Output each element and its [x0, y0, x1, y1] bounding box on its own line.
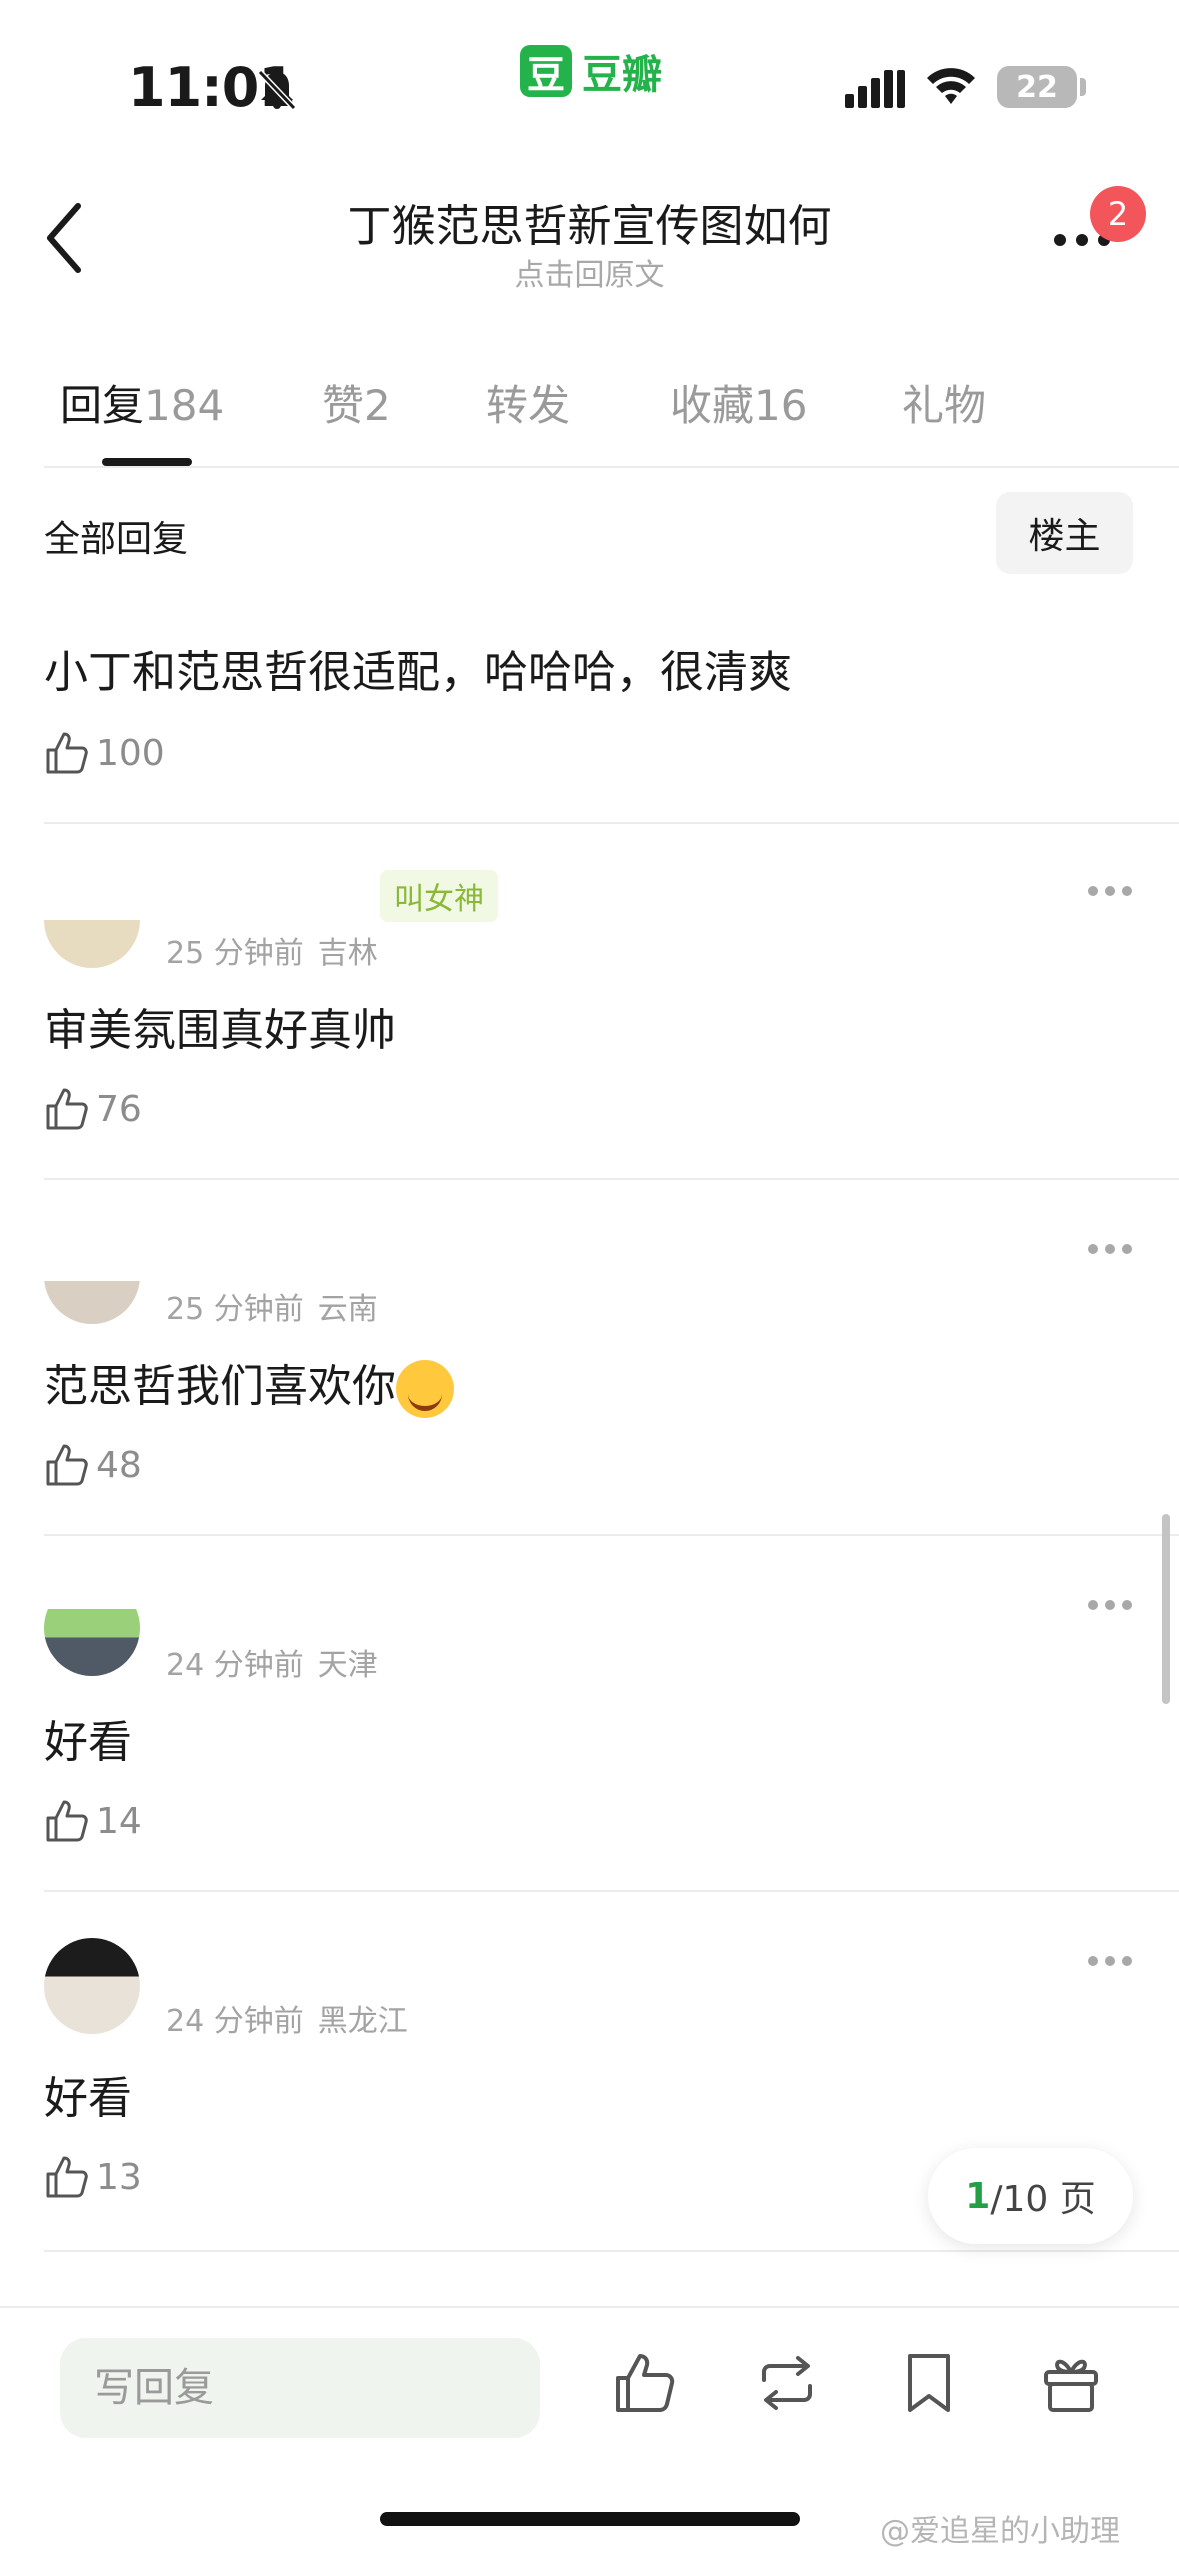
reply-input[interactable] [60, 2338, 540, 2438]
like-button[interactable]: 48 [44, 1440, 142, 1490]
avatar[interactable] [44, 872, 140, 968]
total-pages: /10 页 [990, 2179, 1096, 2220]
tab-gifts[interactable]: 礼物 [902, 372, 986, 433]
divider [44, 822, 1179, 824]
like-count: 13 [96, 2156, 142, 2198]
battery-indicator: 22 [997, 66, 1077, 108]
bookmark-icon[interactable] [894, 2348, 964, 2418]
user-tag: 叫女神 [380, 870, 498, 922]
divider [44, 1890, 1179, 1892]
comment-location: 吉林 [317, 936, 378, 971]
comment-more-icon[interactable] [1088, 886, 1132, 898]
avatar[interactable] [44, 1228, 140, 1324]
comment-meta: 24 分钟前 黑龙江 [166, 1996, 408, 2040]
avatar[interactable] [44, 1938, 140, 2034]
tab-likes-label: 赞 [322, 381, 365, 430]
like-button[interactable]: 13 [44, 2152, 142, 2202]
app-badge[interactable]: 豆 豆瓣 [520, 42, 662, 100]
like-count: 48 [96, 1444, 142, 1486]
comment-text: 小丁和范思哲很适配，哈哈哈，很清爽 [44, 647, 792, 698]
tab-favorites-label: 收藏 [670, 381, 755, 430]
divider [44, 1178, 1179, 1180]
battery-tip [1080, 78, 1086, 96]
comment-text-content: 范思哲我们喜欢你 [44, 1361, 396, 1412]
like-button[interactable]: 14 [44, 1796, 142, 1846]
tab-favorites[interactable]: 收藏16 [670, 372, 807, 433]
current-page: 1 [965, 2175, 991, 2217]
comment-time: 24 分钟前 [166, 1648, 304, 1683]
like-button[interactable]: 76 [44, 1084, 142, 1134]
comment-time: 25 分钟前 [166, 936, 304, 971]
page-title: 丁猴范思哲新宣传图如何 [347, 201, 832, 252]
comment-text: 范思哲我们喜欢你 [44, 1350, 454, 1418]
thumbs-up-icon[interactable] [610, 2348, 680, 2418]
cellular-signal-icon [845, 70, 905, 108]
comment-meta: 24 分钟前 天津 [166, 1640, 378, 1684]
comment-more-icon[interactable] [1088, 1956, 1132, 1968]
wifi-icon [927, 68, 975, 104]
back-to-original-link[interactable]: 点击回原文 [0, 250, 1179, 294]
status-bar: 11:01 豆 豆瓣 22 [0, 0, 1179, 150]
thumbs-up-icon [46, 2156, 88, 2198]
comment-more-icon[interactable] [1088, 1600, 1132, 1612]
smiling-face-with-hearts-emoji [396, 1360, 454, 1418]
comment-more-icon[interactable] [1088, 1244, 1132, 1256]
tab-replies[interactable]: 回复184 [60, 372, 224, 433]
scrollbar[interactable] [1162, 1514, 1170, 1704]
comment-location: 天津 [317, 1648, 378, 1683]
tab-replies-label: 回复 [60, 381, 145, 430]
divider [44, 2250, 1179, 2252]
like-count: 76 [96, 1088, 142, 1130]
douban-logo-icon: 豆 [520, 45, 572, 97]
tab-favorites-count: 16 [754, 381, 808, 430]
like-count: 100 [96, 732, 165, 774]
like-button[interactable]: 100 [44, 728, 165, 778]
comment-location: 黑龙江 [317, 2004, 408, 2039]
comment-meta: 25 分钟前 云南 [166, 1284, 378, 1328]
tab-reposts[interactable]: 转发 [486, 372, 570, 433]
comment-meta: 25 分钟前 吉林 [166, 928, 378, 972]
avatar[interactable] [44, 1580, 140, 1676]
all-replies-label: 全部回复 [44, 519, 189, 560]
bell-muted-icon [257, 69, 297, 111]
comment-text: 好看 [44, 1717, 132, 1768]
home-indicator[interactable] [380, 2512, 800, 2526]
comment-time: 25 分钟前 [166, 1292, 304, 1327]
repost-icon[interactable] [752, 2348, 822, 2418]
gift-icon[interactable] [1036, 2348, 1106, 2418]
tab-replies-count: 184 [144, 381, 225, 430]
thumbs-up-icon [46, 1088, 88, 1130]
comment-text: 好看 [44, 2073, 132, 2124]
thumbs-up-icon [46, 1800, 88, 1842]
tab-reposts-label: 转发 [486, 381, 571, 430]
page-indicator-button[interactable]: 1/10 页 [928, 2148, 1133, 2244]
tab-likes[interactable]: 赞2 [322, 372, 391, 433]
comment-time: 24 分钟前 [166, 2004, 304, 2039]
watermark: @爱追星的小助理 [880, 2514, 1120, 2549]
tab-active-indicator [102, 458, 192, 466]
owner-only-button[interactable]: 楼主 [996, 492, 1133, 574]
comment-location: 云南 [317, 1292, 378, 1327]
tab-likes-count: 2 [364, 381, 391, 430]
comment-text: 审美氛围真好真帅 [44, 1005, 396, 1056]
thumbs-up-icon [46, 1444, 88, 1486]
divider [44, 466, 1179, 468]
thumbs-up-icon [46, 732, 88, 774]
like-count: 14 [96, 1800, 142, 1842]
divider [44, 1534, 1179, 1536]
app-name: 豆瓣 [582, 52, 662, 98]
notification-badge: 2 [1090, 186, 1146, 242]
tab-gifts-label: 礼物 [902, 381, 987, 430]
